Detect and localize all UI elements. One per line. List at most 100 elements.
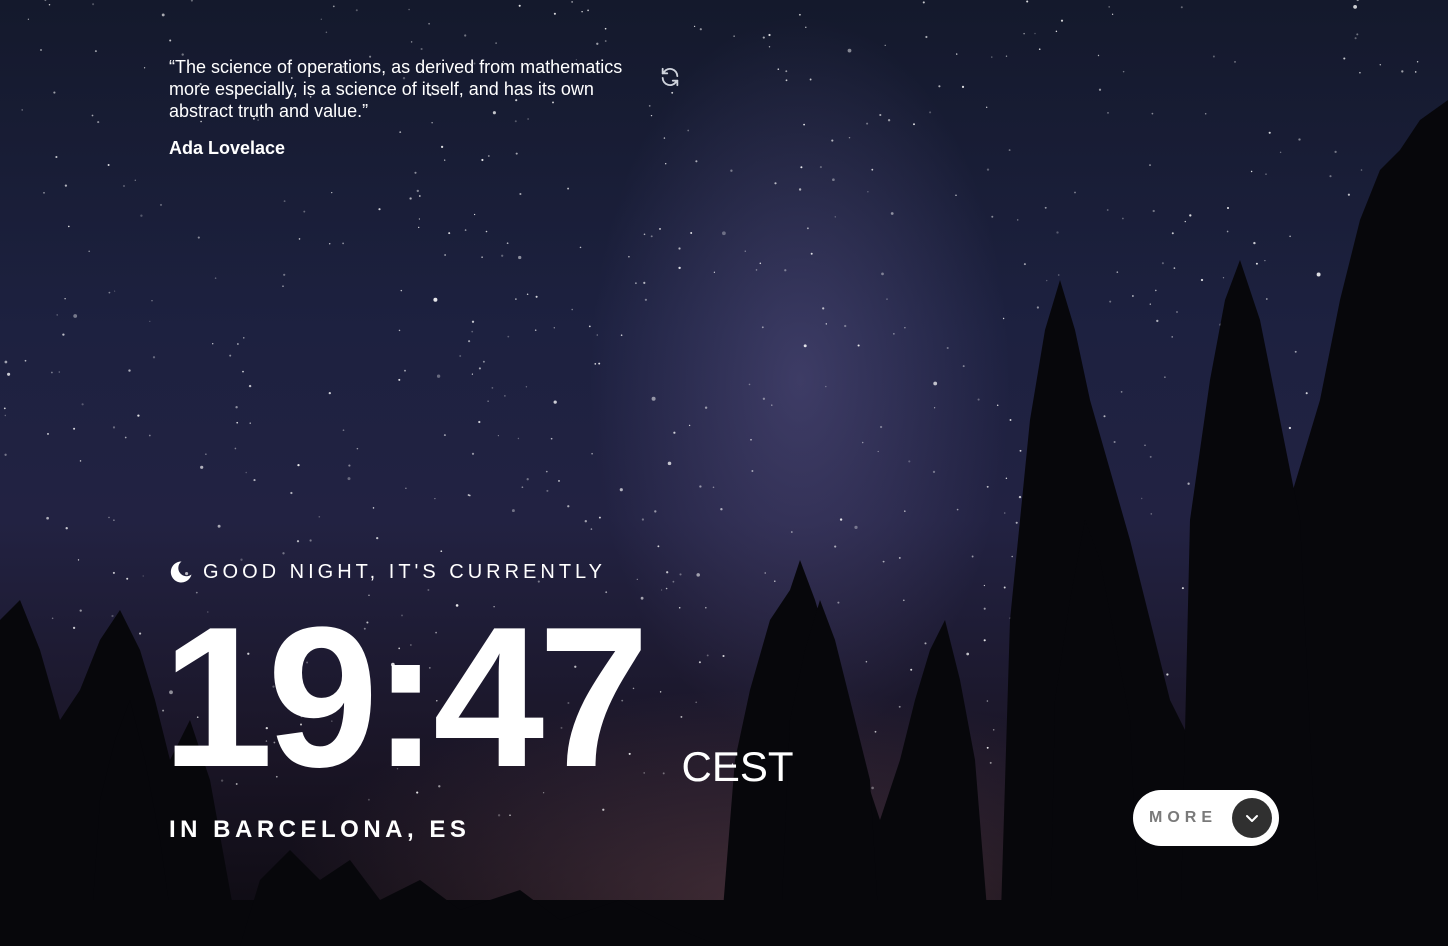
star — [478, 367, 481, 370]
star — [784, 269, 787, 272]
star — [64, 298, 66, 300]
star — [282, 552, 285, 555]
star — [591, 452, 593, 455]
star — [471, 452, 475, 455]
star — [347, 477, 351, 481]
star — [991, 56, 993, 58]
star — [1056, 231, 1059, 234]
star — [587, 9, 590, 12]
star — [1023, 32, 1025, 35]
star — [44, 0, 47, 2]
star — [48, 3, 51, 6]
star — [699, 28, 702, 31]
star — [1057, 274, 1060, 276]
star — [134, 179, 136, 181]
star — [236, 421, 239, 424]
star — [1180, 6, 1183, 9]
star — [1034, 32, 1036, 35]
star — [152, 356, 156, 359]
refresh-quote-button[interactable] — [659, 66, 681, 88]
star — [376, 536, 379, 540]
star — [825, 323, 827, 325]
star — [1074, 191, 1076, 194]
star — [169, 39, 172, 42]
star — [904, 327, 906, 329]
star — [124, 436, 127, 439]
star — [356, 447, 359, 450]
star — [1356, 33, 1359, 36]
star — [1044, 206, 1047, 209]
star — [1002, 317, 1005, 320]
star — [672, 580, 675, 583]
star — [667, 461, 672, 466]
star — [4, 414, 7, 417]
star — [245, 471, 247, 474]
greeting-text: GOOD NIGHT, IT'S CURRENTLY — [203, 560, 607, 583]
star — [744, 250, 747, 252]
star — [243, 337, 245, 339]
star — [1011, 555, 1013, 558]
star — [1288, 426, 1292, 430]
star — [699, 485, 702, 488]
star — [882, 560, 885, 563]
star — [418, 195, 421, 197]
star — [1019, 449, 1022, 452]
star — [409, 197, 412, 200]
star — [1316, 272, 1321, 277]
star — [803, 344, 807, 348]
star — [596, 334, 599, 336]
star — [986, 485, 989, 488]
star — [857, 344, 860, 347]
star — [910, 668, 913, 671]
star — [1181, 587, 1184, 590]
refresh-icon — [661, 67, 679, 87]
star — [665, 587, 668, 590]
star — [1005, 55, 1008, 57]
star — [819, 166, 822, 169]
star — [440, 550, 443, 553]
star — [822, 307, 825, 310]
star — [785, 79, 788, 82]
star — [77, 559, 80, 561]
star — [659, 227, 661, 230]
star — [43, 192, 45, 194]
star — [774, 182, 777, 185]
star — [420, 47, 423, 51]
star — [986, 106, 988, 108]
star — [673, 431, 676, 434]
star — [39, 48, 43, 52]
star — [803, 123, 805, 126]
star — [1108, 6, 1111, 8]
star — [1279, 151, 1282, 154]
star — [693, 25, 696, 28]
star — [1036, 306, 1040, 309]
star — [1176, 311, 1178, 313]
star — [650, 235, 653, 238]
star — [1184, 220, 1186, 223]
star — [79, 609, 82, 612]
star — [1098, 88, 1102, 91]
star — [966, 652, 970, 656]
star — [712, 486, 715, 489]
star — [237, 343, 239, 345]
more-button[interactable]: MORE — [1133, 790, 1279, 846]
star — [283, 200, 286, 203]
star — [436, 374, 441, 378]
star — [1343, 57, 1346, 60]
star — [509, 814, 511, 816]
star — [197, 236, 200, 239]
star — [51, 617, 54, 620]
star — [526, 293, 529, 296]
star — [325, 31, 328, 34]
star — [342, 429, 345, 432]
time-row: 19:47 CEST — [162, 598, 794, 798]
star — [1151, 112, 1154, 115]
star — [1156, 319, 1159, 323]
star — [290, 491, 293, 495]
star — [871, 168, 874, 171]
star — [355, 9, 358, 12]
star — [1250, 170, 1253, 173]
star — [1155, 289, 1157, 292]
quote-text: “The science of operations, as derived f… — [169, 57, 623, 121]
star — [128, 369, 131, 372]
